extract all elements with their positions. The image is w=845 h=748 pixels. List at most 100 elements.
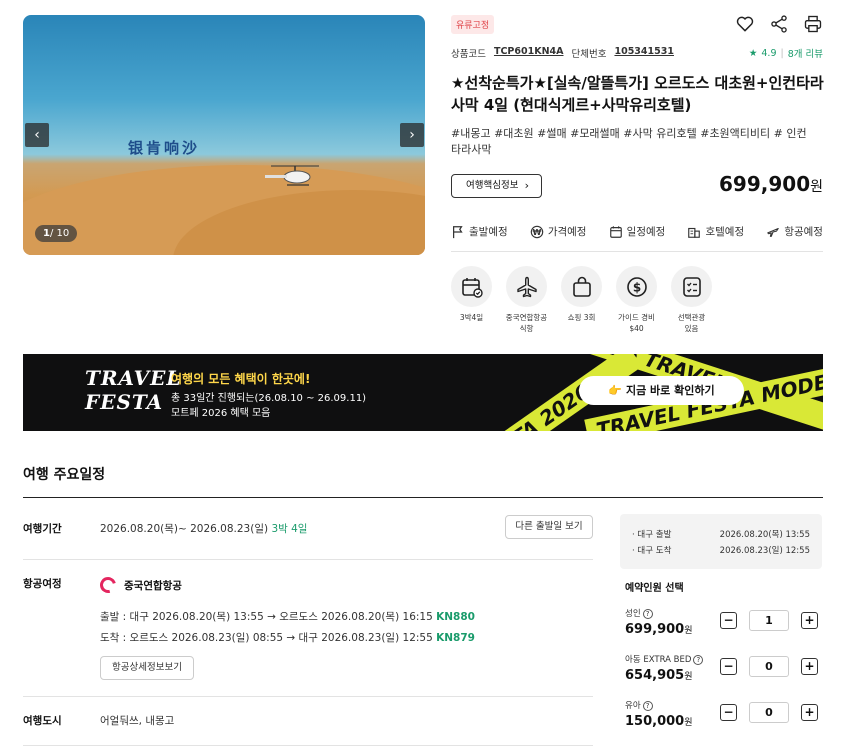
increment-button[interactable]: + [801, 704, 818, 721]
heart-icon[interactable] [735, 14, 755, 34]
tab-flight[interactable]: 항공예정 [766, 224, 823, 239]
feature-shopping: 쇼핑 3회 [561, 266, 602, 334]
quantity-stepper: − 0 + [720, 702, 818, 723]
dep-label: · 대구 출발 [632, 530, 672, 540]
svg-text:$: $ [632, 280, 640, 294]
review-count-link[interactable]: 8개 리뷰 [788, 46, 823, 60]
feature-optional-tour-label: 선택관광 있음 [677, 313, 706, 333]
tab-price-label: 가격예정 [547, 226, 587, 238]
tab-departure-label: 출발예정 [469, 226, 508, 238]
arrival-flight-number[interactable]: KN879 [436, 632, 475, 644]
travel-info-label: 여행핵심정보 [466, 180, 519, 191]
feature-airline-label: 중국연합항공 식항 [505, 313, 548, 333]
flight-summary-box: · 대구 출발 2026.08.20(목) 13:55 · 대구 도착 2026.0… [620, 514, 822, 569]
calendar-icon [609, 225, 622, 238]
tab-schedule[interactable]: 일정예정 [609, 224, 665, 239]
price-amount: 699,900 [719, 172, 811, 196]
calendar-check-icon [461, 277, 483, 298]
pax-infant: 유아? 150,000원 − 0 + [625, 699, 820, 729]
airplane-icon [516, 276, 537, 297]
star-icon: ★ [748, 47, 758, 59]
price-unit: 원 [810, 179, 823, 195]
decrement-button[interactable]: − [720, 658, 737, 675]
gallery-next-button[interactable]: › [400, 123, 424, 147]
decrement-button[interactable]: − [720, 704, 737, 721]
arr-label: · 대구 도착 [632, 546, 672, 556]
print-icon[interactable] [803, 14, 823, 34]
gallery-counter: 1/ 10 [35, 225, 78, 242]
group-number-value[interactable]: 105341531 [614, 46, 674, 60]
feature-icon-bg [506, 266, 547, 307]
banner-cta-button[interactable]: 👉 지금 바로 확인하기 [579, 376, 744, 405]
rating-score: 4.9 [761, 47, 777, 59]
departure-flight-number[interactable]: KN880 [436, 611, 475, 623]
quantity-field[interactable]: 0 [749, 702, 789, 723]
help-icon[interactable]: ? [642, 700, 653, 711]
shopping-bag-icon [572, 276, 591, 297]
dep-value: 2026.08.20(목) 13:55 [719, 530, 810, 540]
increment-button[interactable]: + [801, 658, 818, 675]
flight-detail-button[interactable]: 항공상세정보보기 [100, 656, 194, 680]
arr-value: 2026.08.23(일) 12:55 [719, 546, 810, 556]
airline-name: 중국연합항공 [124, 579, 182, 592]
period-label: 여행기간 [23, 523, 62, 535]
svg-text:₩: ₩ [532, 228, 541, 237]
help-icon[interactable]: ? [693, 654, 704, 665]
decrement-button[interactable]: − [720, 612, 737, 629]
product-features: 3박4일 중국연합항공 식항 쇼핑 3회 $ 가이드 경비 $40 선택관광 있음 [451, 266, 712, 334]
checklist-icon [682, 276, 701, 297]
travel-festa-logo: TRAVEL FESTA [85, 366, 182, 414]
travel-info-button[interactable]: 여행핵심정보 › [451, 174, 542, 198]
feature-icon-bg [451, 266, 492, 307]
product-price: 699,900원 [719, 172, 823, 196]
product-codes: 상품코드 TCP601KN4A 단체번호 105341531 [451, 46, 674, 60]
feature-guide-fee: $ 가이드 경비 $40 [616, 266, 657, 334]
other-dates-button[interactable]: 다른 출발일 보기 [505, 515, 593, 539]
gallery-prev-button[interactable]: ‹ [25, 123, 49, 147]
tab-hotel[interactable]: 호텔예정 [687, 224, 744, 239]
divider [451, 251, 823, 252]
feature-icon-bg [561, 266, 602, 307]
feature-duration: 3박4일 [451, 266, 492, 334]
feature-icon-bg: $ [616, 266, 657, 307]
city-value: 어얼둬쓰, 내몽고 [100, 715, 175, 727]
quantity-stepper: − 0 + [720, 656, 818, 677]
flight-label: 항공여정 [23, 578, 62, 590]
banner-headline: 여행의 모든 혜택이 한곳에! [171, 372, 311, 386]
quantity-stepper: − 1 + [720, 610, 818, 631]
tab-flight-label: 항공예정 [784, 226, 823, 238]
product-tools [735, 14, 823, 34]
product-tags: #내몽고 #대초원 #썰매 #모래썰매 #사막 유리호텔 #초원액티비티 # 인… [451, 127, 807, 156]
row-divider [23, 745, 593, 746]
product-image-gallery[interactable]: 银肯响沙 ‹ › 1/ 10 [23, 15, 425, 255]
travel-festa-banner[interactable]: FESTA 2026 TRAVEL TRAVEL FESTA MODETOUR … [23, 354, 823, 431]
feature-duration-label: 3박4일 [459, 313, 484, 322]
period-length: 3박 4일 [271, 523, 308, 535]
quantity-field[interactable]: 1 [749, 610, 789, 631]
pax-select-title: 예약인원 선택 [625, 583, 684, 594]
pax-adult: 성인? 699,900원 − 1 + [625, 607, 820, 637]
city-label: 여행도시 [23, 715, 62, 727]
increment-button[interactable]: + [801, 612, 818, 629]
rating-divider: | [780, 47, 784, 59]
tab-price[interactable]: ₩ 가격예정 [530, 224, 587, 239]
help-icon[interactable]: ? [642, 608, 653, 619]
airline-info: 중국연합항공 [97, 574, 182, 596]
departure-flight: 출발 : 대구 2026.08.20(목) 13:55 → 오르도스 2026.… [100, 611, 475, 623]
section-title: 여행 주요일정 [23, 467, 106, 483]
tab-hotel-label: 호텔예정 [705, 226, 745, 238]
plane-icon [767, 227, 780, 237]
tab-departure[interactable]: 출발예정 [451, 224, 508, 239]
helicopter-icon [265, 165, 319, 186]
flag-icon [453, 225, 463, 238]
feature-shopping-label: 쇼핑 3회 [567, 313, 596, 322]
row-divider [23, 559, 593, 560]
share-icon[interactable] [769, 14, 789, 34]
feature-optional-tour: 선택관광 있음 [671, 266, 712, 334]
hotel-icon [688, 227, 701, 238]
quantity-field[interactable]: 0 [749, 656, 789, 677]
product-code-value[interactable]: TCP601KN4A [494, 46, 564, 60]
product-code-label: 상품코드 [451, 49, 486, 60]
feature-airline: 중국연합항공 식항 [506, 266, 547, 334]
feature-icon-bg [671, 266, 712, 307]
